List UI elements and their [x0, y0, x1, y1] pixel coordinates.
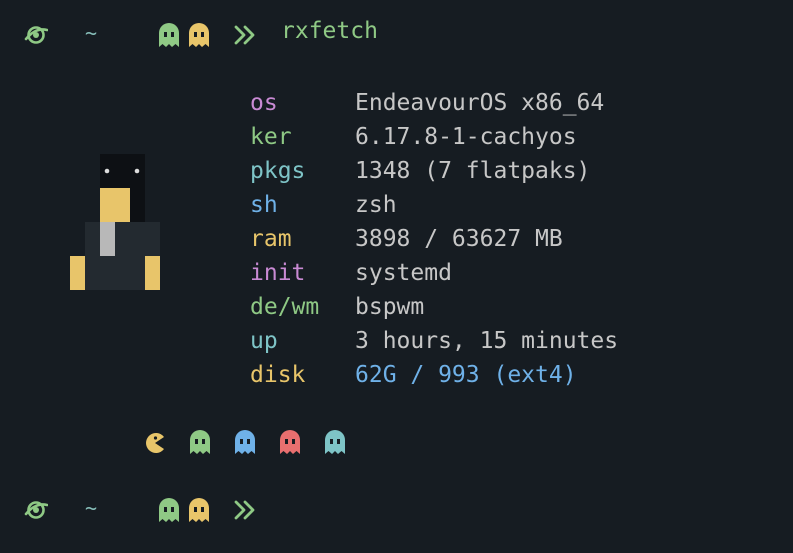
info-value: 3898 / 63627 MB [355, 226, 563, 252]
info-key: init [250, 260, 306, 286]
double-chevron-right-icon [234, 25, 255, 45]
prompt-line-top: ~ rxfetch [0, 15, 793, 55]
info-value: zsh [355, 192, 397, 218]
info-key: up [250, 328, 278, 354]
double-chevron-right-icon [234, 500, 255, 520]
ghost-icon-yellow [189, 498, 209, 522]
info-value: 3 hours, 15 minutes [355, 328, 619, 354]
info-value: 1348 (7 flatpaks) [355, 158, 591, 184]
pixel-art-logo [70, 154, 160, 290]
info-key: pkgs [250, 158, 306, 184]
cwd-tilde: ~ [85, 21, 98, 45]
atom-icon [24, 501, 48, 519]
info-key: ker [250, 124, 292, 150]
info-key: sh [250, 192, 278, 218]
info-key: os [250, 90, 278, 116]
info-value: bspwm [355, 294, 425, 320]
pacman-icon [146, 433, 164, 453]
ghost-icon-yellow [189, 23, 209, 47]
ghost-icon-green [159, 498, 179, 522]
info-value: EndeavourOS x86_64 [355, 90, 605, 116]
info-key: de/wm [250, 294, 320, 320]
cwd-tilde: ~ [85, 496, 98, 520]
ghost-icon-blue [235, 430, 255, 454]
info-value: systemd [355, 260, 452, 286]
ghost-icon-green [159, 23, 179, 47]
info-key: ram [250, 226, 292, 252]
info-key: disk [250, 362, 306, 388]
ghost-icon-cyan [325, 430, 345, 454]
prompt-line-bottom[interactable]: ~ [0, 490, 793, 530]
ghost-icon-green [190, 430, 210, 454]
command-text: rxfetch [281, 18, 378, 44]
atom-icon [24, 26, 48, 44]
info-value: 6.17.8-1-cachyos [355, 124, 577, 150]
color-palette [144, 430, 364, 456]
info-value: 62G / 993 (ext4) [355, 362, 577, 388]
ghost-icon-red [280, 430, 300, 454]
